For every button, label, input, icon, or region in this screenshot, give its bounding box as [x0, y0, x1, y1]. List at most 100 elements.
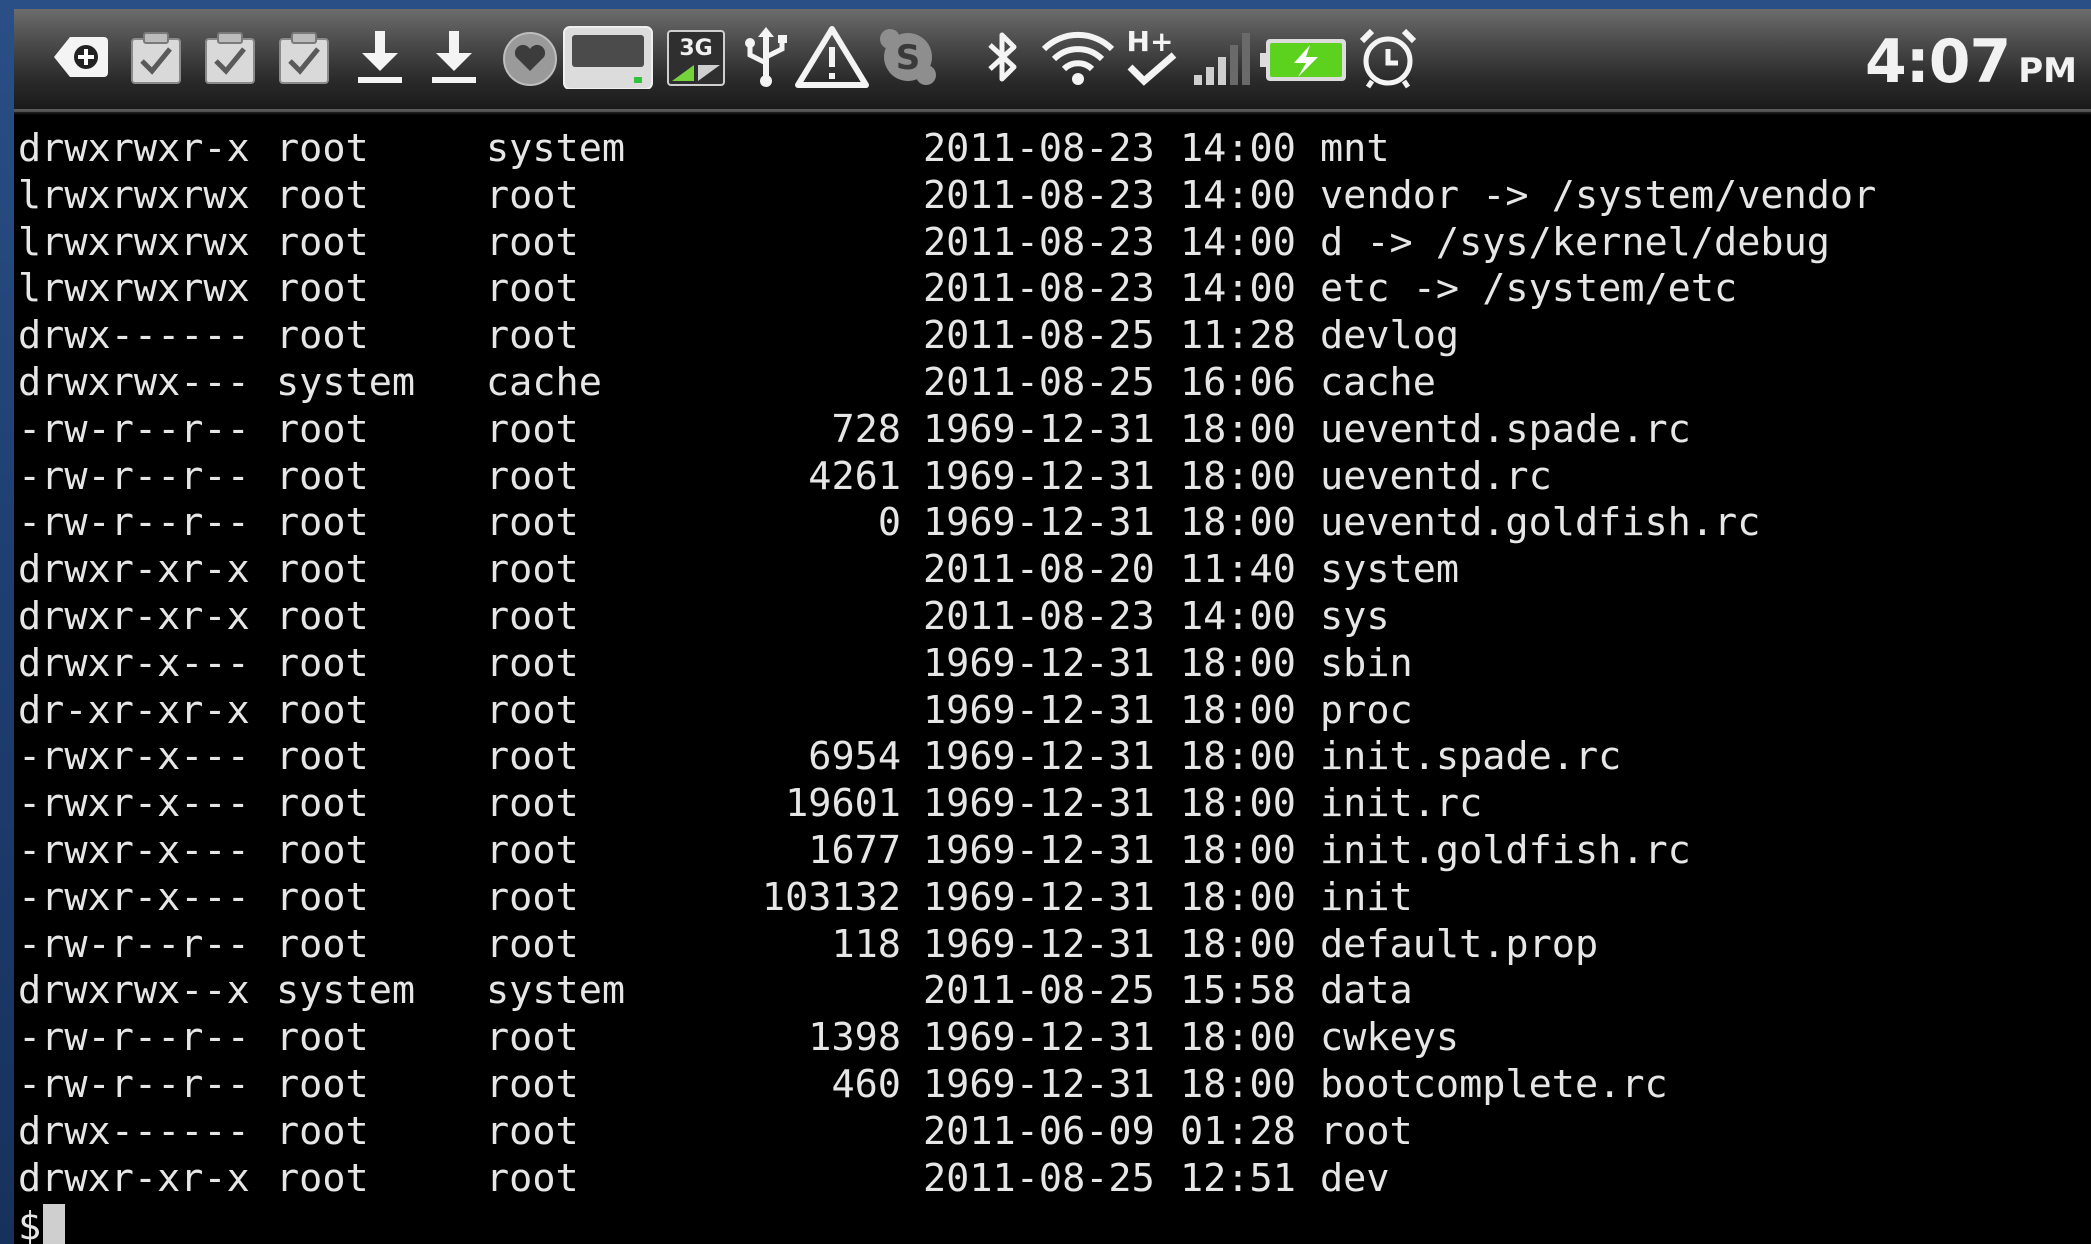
listing-row: -rw-r--r-- root root 460 1969-12-31 18:00 boot…	[18, 1062, 2088, 1109]
listing-row: drwx------ root root 2011-08-25 11:28 devlog	[18, 313, 2088, 360]
file-size	[696, 1156, 923, 1203]
file-date: 1969-12-31	[923, 500, 1155, 546]
listing-row: dr-xr-xr-x root root 1969-12-31 18:00 proc	[18, 688, 2088, 735]
file-owner: root	[276, 453, 369, 499]
download-icon	[348, 25, 412, 89]
file-size: 460	[831, 1061, 901, 1107]
file-time: 18:00	[1180, 874, 1296, 920]
file-date: 2011-08-23	[923, 219, 1155, 265]
file-time: 01:28	[1180, 1108, 1296, 1154]
svg-text:S: S	[896, 38, 921, 78]
file-time: 14:00	[1180, 593, 1296, 639]
bluetooth-icon	[970, 25, 1034, 89]
file-date: 1969-12-31	[923, 827, 1155, 873]
status-bar[interactable]: 3G S H+ 4:07 PM	[14, 9, 2091, 115]
directory-listing: drwxrwxr-x root system 2011-08-23 14:00 mnt lr…	[18, 126, 2088, 1202]
file-time: 18:00	[1180, 640, 1296, 686]
file-size: 6954	[808, 734, 901, 780]
file-permissions: drwx------	[18, 1108, 250, 1154]
file-date: 2011-08-23	[923, 593, 1155, 639]
file-size	[696, 594, 923, 641]
file-size: 4261	[808, 453, 901, 499]
listing-row: -rwxr-x--- root root 6954 1969-12-31 18:00 ini…	[18, 734, 2088, 781]
file-date: 2011-08-25	[923, 1155, 1155, 1201]
file-group: root	[486, 500, 579, 546]
file-size: 118	[831, 921, 901, 967]
sd-card-icon	[562, 25, 654, 89]
file-permissions: drwxr-xr-x	[18, 1155, 250, 1201]
file-name: devlog	[1320, 313, 1460, 359]
svg-text:3G: 3G	[679, 36, 712, 61]
file-size: 728	[831, 406, 901, 452]
file-size	[696, 360, 923, 407]
file-name: root	[1320, 1108, 1413, 1154]
download-icon	[422, 25, 486, 89]
file-name: cache	[1320, 359, 1436, 405]
file-date: 2011-08-25	[923, 968, 1155, 1014]
file-name: init.rc	[1320, 781, 1483, 827]
file-size	[696, 220, 923, 267]
file-owner: root	[276, 827, 369, 873]
file-owner: root	[276, 313, 369, 359]
file-time: 14:00	[1180, 126, 1296, 171]
file-time: 18:00	[1180, 687, 1296, 733]
task-check-icon	[272, 25, 336, 89]
file-owner: root	[276, 547, 369, 593]
file-permissions: drwxr-x---	[18, 640, 250, 686]
file-permissions: -rw-r--r--	[18, 500, 250, 546]
file-group: root	[486, 266, 579, 312]
file-name: dev	[1320, 1155, 1390, 1201]
file-name: etc -> /system/etc	[1320, 266, 1738, 312]
listing-row: lrwxrwxrwx root root 2011-08-23 14:00 d -> /s…	[18, 220, 2088, 267]
file-time: 18:00	[1180, 1061, 1296, 1107]
terminal-output[interactable]: drwxrwxr-x root system 2011-08-23 14:00 mnt lr…	[18, 126, 2088, 1244]
wifi-icon	[1038, 25, 1118, 89]
file-permissions: drwxrwx--x	[18, 968, 250, 1014]
file-name: system	[1320, 547, 1460, 593]
file-owner: root	[276, 266, 369, 312]
file-time: 11:40	[1180, 547, 1296, 593]
file-group: root	[486, 781, 579, 827]
listing-row: -rw-r--r-- root root 118 1969-12-31 18:00 defa…	[18, 922, 2088, 969]
listing-row: drwxr-xr-x root root 2011-08-20 11:40 system	[18, 547, 2088, 594]
file-group: root	[486, 734, 579, 780]
file-owner: root	[276, 500, 369, 546]
file-name: cwkeys	[1320, 1015, 1460, 1061]
file-owner: root	[276, 593, 369, 639]
listing-row: drwxr-x--- root root 1969-12-31 18:00 sbin	[18, 641, 2088, 688]
file-permissions: -rw-r--r--	[18, 1015, 250, 1061]
file-permissions: -rwxr-x---	[18, 874, 250, 920]
file-time: 14:00	[1180, 172, 1296, 218]
signal-bars-icon	[1190, 25, 1254, 89]
file-name: init.spade.rc	[1320, 734, 1622, 780]
file-name: vendor -> /system/vendor	[1320, 172, 1877, 218]
shell-prompt: $	[18, 1203, 42, 1244]
phone-screen: 3G S H+ 4:07 PM drwxrwxr-x root system 2…	[14, 9, 2091, 1244]
file-size: 0	[877, 500, 901, 546]
file-date: 2011-08-25	[923, 359, 1155, 405]
listing-row: -rw-r--r-- root root 4261 1969-12-31 18:00 uev…	[18, 454, 2088, 501]
file-permissions: drwx------	[18, 313, 250, 359]
file-group: root	[486, 827, 579, 873]
file-group: root	[486, 1155, 579, 1201]
file-size	[696, 126, 923, 173]
warning-icon	[794, 25, 870, 89]
prompt-line[interactable]: $	[18, 1202, 2088, 1244]
file-group: system	[486, 126, 626, 171]
file-size	[696, 313, 923, 360]
file-size	[696, 547, 923, 594]
skype-icon: S	[876, 25, 940, 89]
status-clock: 4:07 PM	[1865, 27, 2077, 97]
file-permissions: -rw-r--r--	[18, 453, 250, 499]
file-time: 14:00	[1180, 266, 1296, 312]
file-time: 18:00	[1180, 453, 1296, 499]
file-date: 1969-12-31	[923, 687, 1155, 733]
file-permissions: dr-xr-xr-x	[18, 687, 250, 733]
file-name: ueventd.goldfish.rc	[1320, 500, 1761, 546]
file-owner: root	[276, 734, 369, 780]
file-date: 2011-06-09	[923, 1108, 1155, 1154]
listing-row: drwxrwx--- system cache 2011-08-25 16:06 cach…	[18, 360, 2088, 407]
svg-text:H+: H+	[1127, 25, 1174, 58]
file-date: 1969-12-31	[923, 734, 1155, 780]
file-group: root	[486, 921, 579, 967]
